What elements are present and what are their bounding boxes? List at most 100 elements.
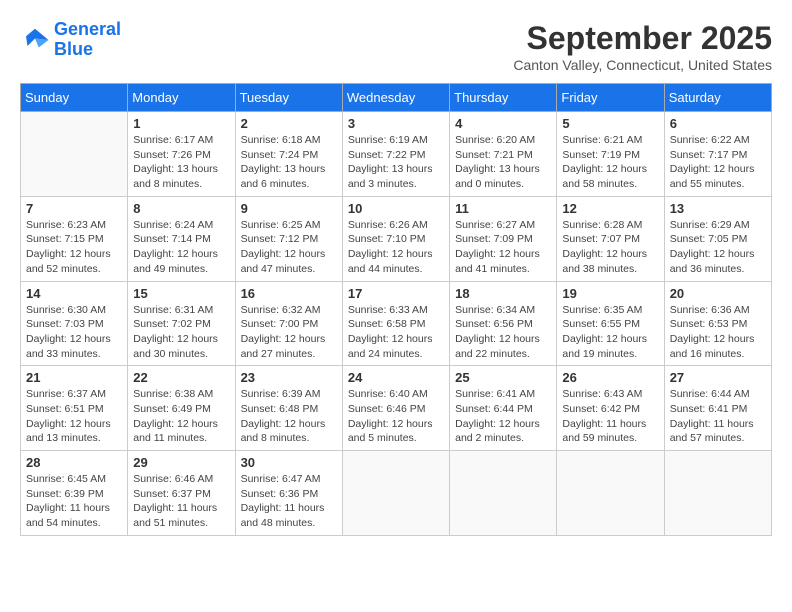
day-number: 20: [670, 286, 766, 301]
calendar-header: SundayMondayTuesdayWednesdayThursdayFrid…: [21, 84, 772, 112]
day-number: 18: [455, 286, 551, 301]
header-day-thursday: Thursday: [450, 84, 557, 112]
day-info: Sunrise: 6:27 AMSunset: 7:09 PMDaylight:…: [455, 218, 551, 277]
day-info: Sunrise: 6:25 AMSunset: 7:12 PMDaylight:…: [241, 218, 337, 277]
calendar-cell: 10Sunrise: 6:26 AMSunset: 7:10 PMDayligh…: [342, 196, 449, 281]
calendar-cell: 12 Sunrise: 6:28 AMSunset: 7:07 PMDayligh…: [557, 196, 664, 281]
logo: General Blue: [20, 20, 121, 60]
day-number: 5: [562, 116, 658, 131]
calendar-week-1: 1Sunrise: 6:17 AMSunset: 7:26 PMDaylight…: [21, 112, 772, 197]
calendar-cell: 25 Sunrise: 6:41 AMSunset: 6:44 PMDayligh…: [450, 366, 557, 451]
header-day-tuesday: Tuesday: [235, 84, 342, 112]
day-number: 2: [241, 116, 337, 131]
logo-text: General Blue: [54, 20, 121, 60]
header-day-monday: Monday: [128, 84, 235, 112]
calendar-cell: 1Sunrise: 6:17 AMSunset: 7:26 PMDaylight…: [128, 112, 235, 197]
day-info: Sunrise: 6:31 AMSunset: 7:02 PMDaylight:…: [133, 303, 229, 362]
calendar-cell: 19 Sunrise: 6:35 AMSunset: 6:55 PMDayligh…: [557, 281, 664, 366]
day-info: Sunrise: 6:19 AMSunset: 7:22 PMDaylight:…: [348, 133, 444, 192]
day-info: Sunrise: 6:33 AMSunset: 6:58 PMDaylight:…: [348, 303, 444, 362]
calendar-cell: [450, 451, 557, 536]
logo-icon: [20, 25, 50, 55]
day-info: Sunrise: 6:23 AMSunset: 7:15 PMDaylight:…: [26, 218, 122, 277]
calendar-cell: [342, 451, 449, 536]
calendar-cell: 24 Sunrise: 6:40 AMSunset: 6:46 PMDayligh…: [342, 366, 449, 451]
day-info: Sunrise: 6:26 AMSunset: 7:10 PMDaylight:…: [348, 218, 444, 277]
day-info: Sunrise: 6:28 AMSunset: 7:07 PMDaylight:…: [562, 218, 658, 277]
calendar-cell: [557, 451, 664, 536]
calendar-cell: 2 Sunrise: 6:18 AMSunset: 7:24 PMDaylight…: [235, 112, 342, 197]
calendar-cell: 6 Sunrise: 6:22 AMSunset: 7:17 PMDaylight…: [664, 112, 771, 197]
day-number: 16: [241, 286, 337, 301]
calendar-week-3: 14Sunrise: 6:30 AMSunset: 7:03 PMDayligh…: [21, 281, 772, 366]
day-number: 4: [455, 116, 551, 131]
day-number: 17: [348, 286, 444, 301]
day-info: Sunrise: 6:17 AMSunset: 7:26 PMDaylight:…: [133, 133, 229, 192]
header-day-wednesday: Wednesday: [342, 84, 449, 112]
logo-line2: Blue: [54, 39, 93, 59]
calendar-week-5: 28 Sunrise: 6:45 AMSunset: 6:39 PMDayligh…: [21, 451, 772, 536]
day-info: Sunrise: 6:43 AMSunset: 6:42 PMDaylight:…: [562, 387, 658, 446]
day-number: 19: [562, 286, 658, 301]
logo-line1: General: [54, 19, 121, 39]
day-info: Sunrise: 6:21 AMSunset: 7:19 PMDaylight:…: [562, 133, 658, 192]
day-info: Sunrise: 6:47 AMSunset: 6:36 PMDaylight:…: [241, 472, 337, 531]
day-number: 30: [241, 455, 337, 470]
day-number: 13: [670, 201, 766, 216]
calendar-cell: 29 Sunrise: 6:46 AMSunset: 6:37 PMDayligh…: [128, 451, 235, 536]
day-info: Sunrise: 6:35 AMSunset: 6:55 PMDaylight:…: [562, 303, 658, 362]
header-day-saturday: Saturday: [664, 84, 771, 112]
header-day-sunday: Sunday: [21, 84, 128, 112]
day-number: 8: [133, 201, 229, 216]
day-number: 28: [26, 455, 122, 470]
day-number: 21: [26, 370, 122, 385]
header-row: SundayMondayTuesdayWednesdayThursdayFrid…: [21, 84, 772, 112]
day-info: Sunrise: 6:41 AMSunset: 6:44 PMDaylight:…: [455, 387, 551, 446]
day-number: 24: [348, 370, 444, 385]
calendar-cell: 21 Sunrise: 6:37 AMSunset: 6:51 PMDayligh…: [21, 366, 128, 451]
day-info: Sunrise: 6:36 AMSunset: 6:53 PMDaylight:…: [670, 303, 766, 362]
calendar-cell: 18 Sunrise: 6:34 AMSunset: 6:56 PMDayligh…: [450, 281, 557, 366]
day-info: Sunrise: 6:38 AMSunset: 6:49 PMDaylight:…: [133, 387, 229, 446]
day-info: Sunrise: 6:40 AMSunset: 6:46 PMDaylight:…: [348, 387, 444, 446]
calendar-cell: 27 Sunrise: 6:44 AMSunset: 6:41 PMDayligh…: [664, 366, 771, 451]
day-number: 9: [241, 201, 337, 216]
day-info: Sunrise: 6:37 AMSunset: 6:51 PMDaylight:…: [26, 387, 122, 446]
calendar-week-4: 21 Sunrise: 6:37 AMSunset: 6:51 PMDayligh…: [21, 366, 772, 451]
calendar-cell: 15 Sunrise: 6:31 AMSunset: 7:02 PMDayligh…: [128, 281, 235, 366]
calendar-cell: 30 Sunrise: 6:47 AMSunset: 6:36 PMDayligh…: [235, 451, 342, 536]
day-number: 25: [455, 370, 551, 385]
day-number: 29: [133, 455, 229, 470]
calendar-cell: 3 Sunrise: 6:19 AMSunset: 7:22 PMDaylight…: [342, 112, 449, 197]
day-number: 22: [133, 370, 229, 385]
day-info: Sunrise: 6:34 AMSunset: 6:56 PMDaylight:…: [455, 303, 551, 362]
day-number: 15: [133, 286, 229, 301]
day-number: 3: [348, 116, 444, 131]
calendar-body: 1Sunrise: 6:17 AMSunset: 7:26 PMDaylight…: [21, 112, 772, 536]
calendar-cell: 5 Sunrise: 6:21 AMSunset: 7:19 PMDaylight…: [557, 112, 664, 197]
day-number: 27: [670, 370, 766, 385]
calendar-cell: 14Sunrise: 6:30 AMSunset: 7:03 PMDayligh…: [21, 281, 128, 366]
calendar-cell: 11 Sunrise: 6:27 AMSunset: 7:09 PMDayligh…: [450, 196, 557, 281]
calendar-cell: 9 Sunrise: 6:25 AMSunset: 7:12 PMDaylight…: [235, 196, 342, 281]
header-day-friday: Friday: [557, 84, 664, 112]
day-number: 7: [26, 201, 122, 216]
title-block: September 2025 Canton Valley, Connecticu…: [513, 20, 772, 73]
day-number: 11: [455, 201, 551, 216]
day-info: Sunrise: 6:22 AMSunset: 7:17 PMDaylight:…: [670, 133, 766, 192]
day-number: 12: [562, 201, 658, 216]
day-number: 23: [241, 370, 337, 385]
day-number: 6: [670, 116, 766, 131]
day-info: Sunrise: 6:18 AMSunset: 7:24 PMDaylight:…: [241, 133, 337, 192]
page-header: General Blue September 2025 Canton Valle…: [20, 20, 772, 73]
calendar-cell: 13Sunrise: 6:29 AMSunset: 7:05 PMDayligh…: [664, 196, 771, 281]
day-info: Sunrise: 6:45 AMSunset: 6:39 PMDaylight:…: [26, 472, 122, 531]
day-info: Sunrise: 6:20 AMSunset: 7:21 PMDaylight:…: [455, 133, 551, 192]
day-info: Sunrise: 6:46 AMSunset: 6:37 PMDaylight:…: [133, 472, 229, 531]
calendar-cell: 17 Sunrise: 6:33 AMSunset: 6:58 PMDayligh…: [342, 281, 449, 366]
calendar-cell: 8 Sunrise: 6:24 AMSunset: 7:14 PMDaylight…: [128, 196, 235, 281]
day-info: Sunrise: 6:44 AMSunset: 6:41 PMDaylight:…: [670, 387, 766, 446]
calendar-cell: [664, 451, 771, 536]
day-info: Sunrise: 6:39 AMSunset: 6:48 PMDaylight:…: [241, 387, 337, 446]
day-info: Sunrise: 6:24 AMSunset: 7:14 PMDaylight:…: [133, 218, 229, 277]
